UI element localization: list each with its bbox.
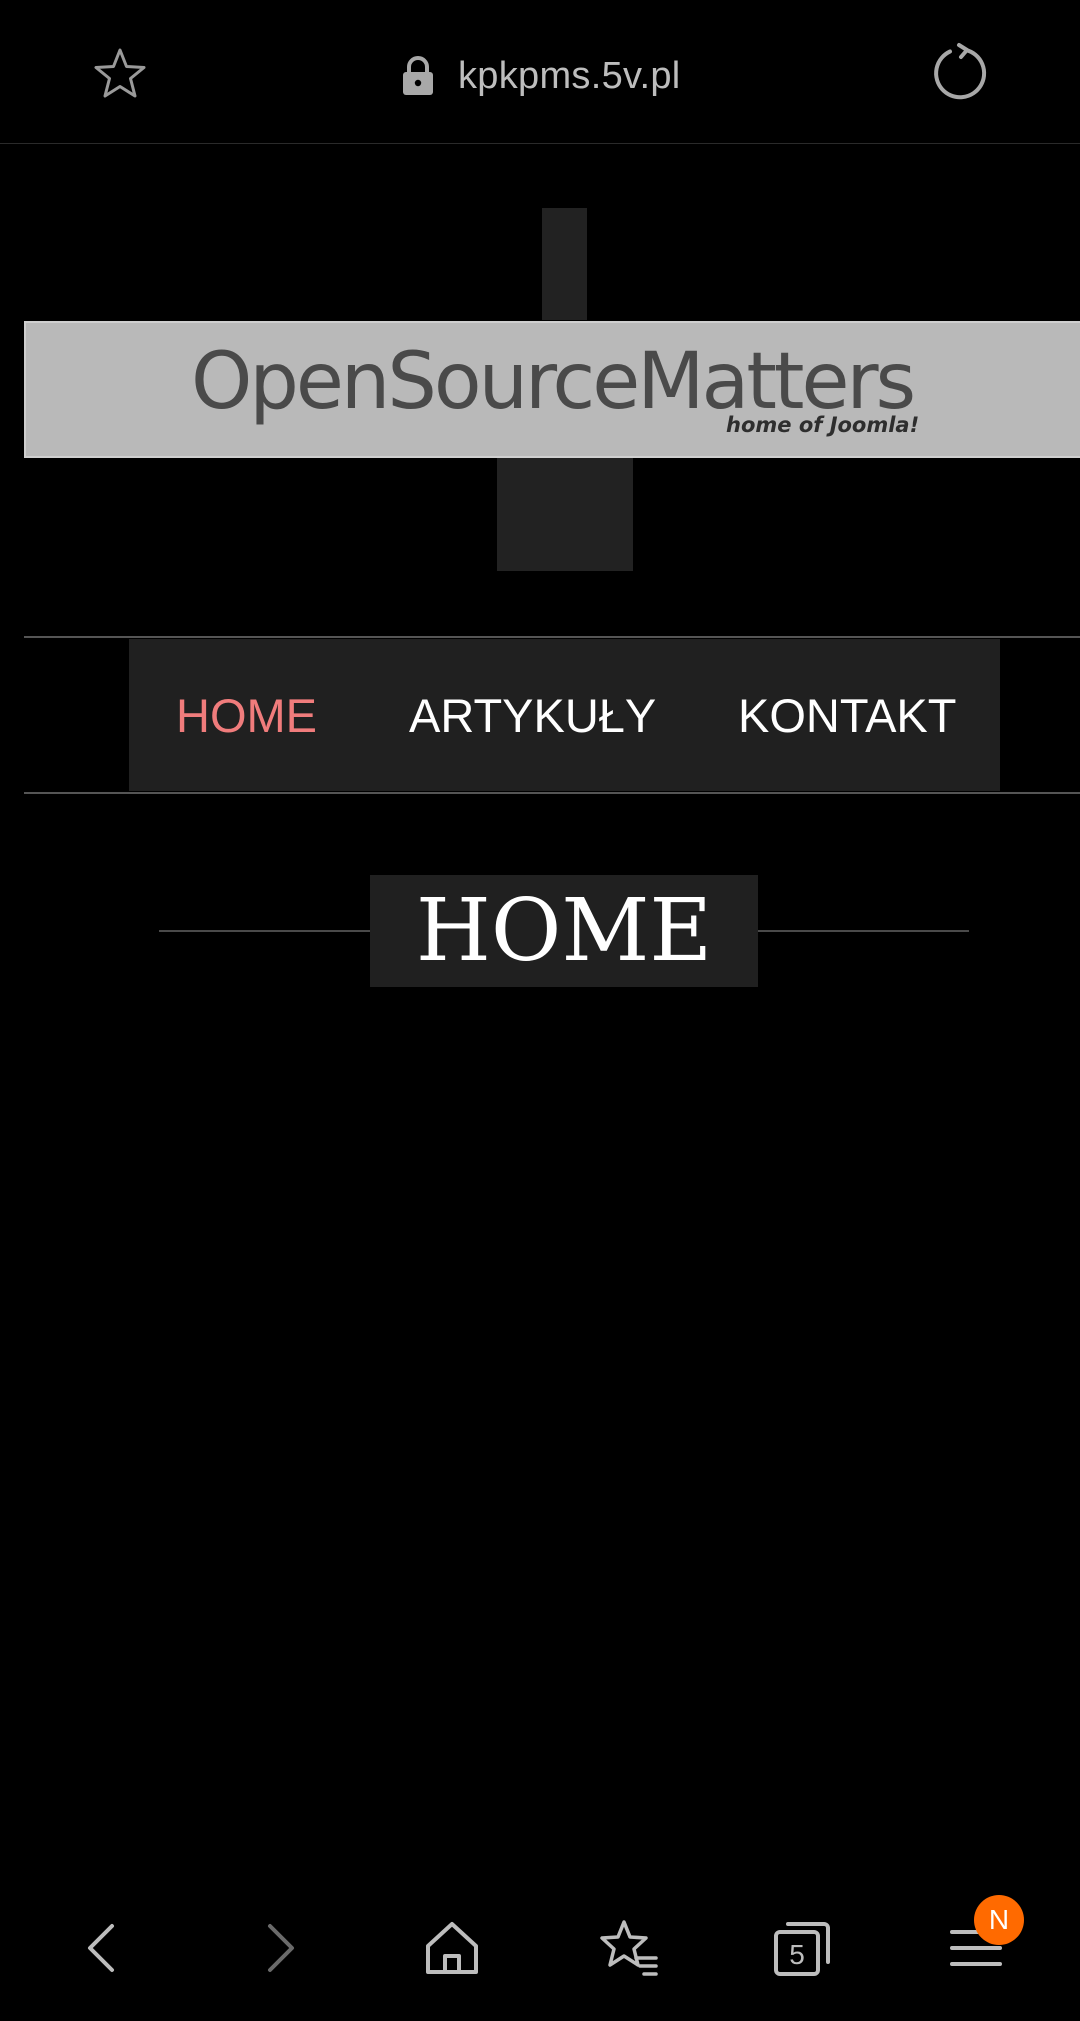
nav-item-kontakt[interactable]: KONTAKT [738, 688, 956, 744]
nav-item-artykuly[interactable]: ARTYKUŁY [409, 688, 656, 744]
tabs-icon[interactable]: 5 [772, 1918, 832, 1978]
forward-icon[interactable] [248, 1918, 308, 1978]
notification-badge: N [974, 1895, 1024, 1945]
lock-icon [403, 56, 433, 95]
logo-subtitle: home of Joomla! [726, 413, 920, 437]
bookmarks-icon[interactable] [598, 1918, 658, 1978]
nav-item-home[interactable]: HOME [176, 688, 317, 744]
tabs-count: 5 [789, 1939, 805, 1970]
page-title: HOME [415, 881, 713, 981]
browser-top-bar: kpkpms.5v.pl [0, 0, 1080, 144]
star-outline-icon[interactable] [92, 46, 148, 102]
address-bar[interactable]: kpkpms.5v.pl [400, 48, 681, 104]
logo-decoration-bottom [497, 458, 633, 571]
back-icon[interactable] [74, 1918, 134, 1978]
nav-divider-bottom [24, 792, 1080, 794]
home-icon[interactable] [422, 1918, 482, 1978]
reload-icon[interactable] [930, 42, 990, 102]
logo-decoration-top [542, 208, 587, 320]
site-logo[interactable]: OpenSourceMatters home of Joomla! [24, 321, 1080, 458]
nav-divider-top [24, 636, 1080, 638]
url-text: kpkpms.5v.pl [458, 54, 681, 97]
